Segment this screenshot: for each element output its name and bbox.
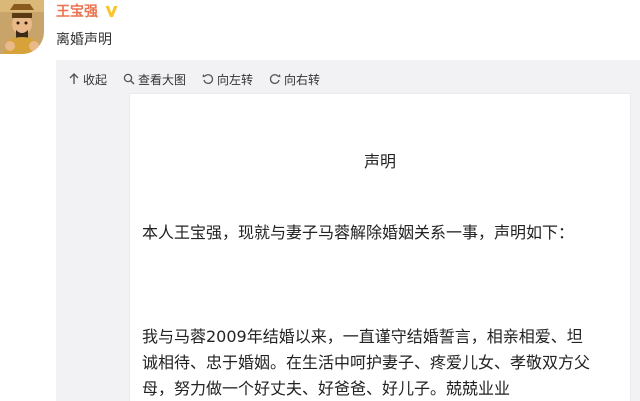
collapse-button[interactable]: 收起	[68, 71, 107, 88]
rotate-right-label: 向右转	[284, 72, 321, 87]
rotate-left-icon	[202, 74, 214, 84]
media-toolbar: 收起 查看大图 向左转 向右转	[68, 68, 336, 90]
view-large-label: 查看大图	[138, 72, 187, 87]
statement-paragraph: 我与马蓉2009年结婚以来，一直谨守结婚誓言，相亲相爱、坦诚相待、忠于婚姻。在生…	[142, 327, 591, 398]
avatar[interactable]	[0, 0, 44, 54]
media-viewer: 收起 查看大图 向左转 向右转 声明 本人王宝强，现就与妻子马蓉解除婚姻关系一事…	[56, 60, 640, 401]
rotate-left-label: 向左转	[217, 72, 254, 87]
rotate-right-button[interactable]: 向右转	[269, 71, 320, 88]
rotate-right-icon	[269, 74, 281, 84]
weibo-post: 王宝强 离婚声明 收起 查看大图 向左转 向右转 声明 本人王宝强，现就与妻子马…	[0, 0, 640, 401]
statement-image[interactable]: 声明 本人王宝强，现就与妻子马蓉解除婚姻关系一事，声明如下： 我与马蓉2009年…	[130, 94, 630, 401]
username-link[interactable]: 王宝强	[56, 3, 98, 21]
collapse-label: 收起	[83, 72, 108, 87]
statement-title: 声明	[363, 152, 396, 171]
rotate-left-button[interactable]: 向左转	[202, 71, 253, 88]
statement-paragraph: 本人王宝强，现就与妻子马蓉解除婚姻关系一事，声明如下：	[142, 223, 575, 242]
verified-badge-icon	[104, 4, 119, 19]
post-text: 离婚声明	[56, 32, 112, 48]
view-large-button[interactable]: 查看大图	[123, 71, 186, 88]
avatar-image	[0, 0, 44, 54]
arrow-up-icon	[69, 73, 79, 84]
magnify-icon	[123, 73, 135, 85]
